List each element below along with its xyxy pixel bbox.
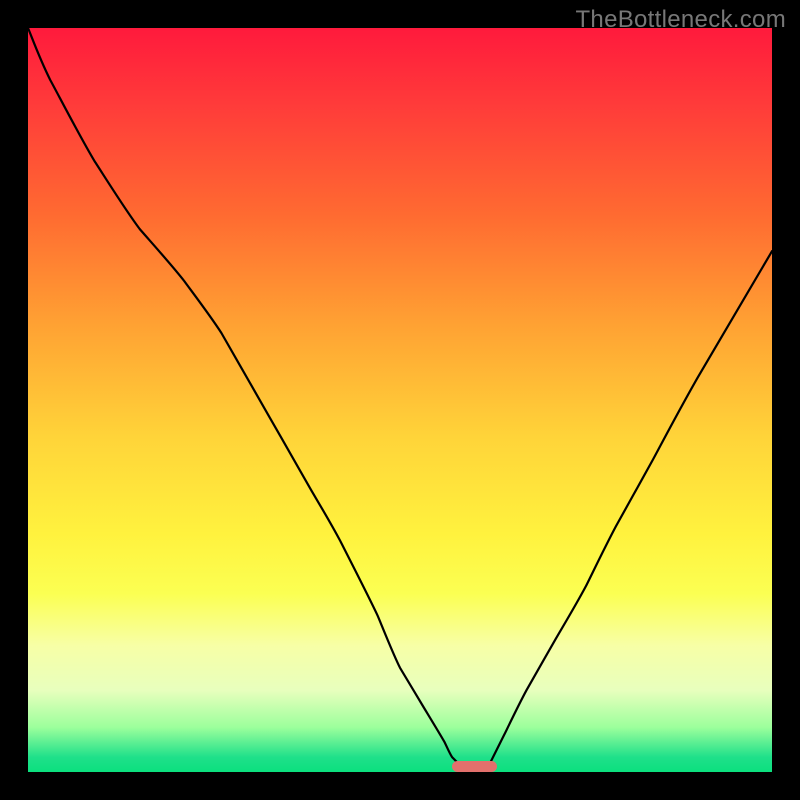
plot-area xyxy=(28,28,772,772)
right-curve xyxy=(489,251,772,764)
left-curve xyxy=(28,28,460,765)
min-dash xyxy=(452,761,497,772)
canvas-frame: TheBottleneck.com xyxy=(0,0,800,800)
curves-svg xyxy=(28,28,772,772)
